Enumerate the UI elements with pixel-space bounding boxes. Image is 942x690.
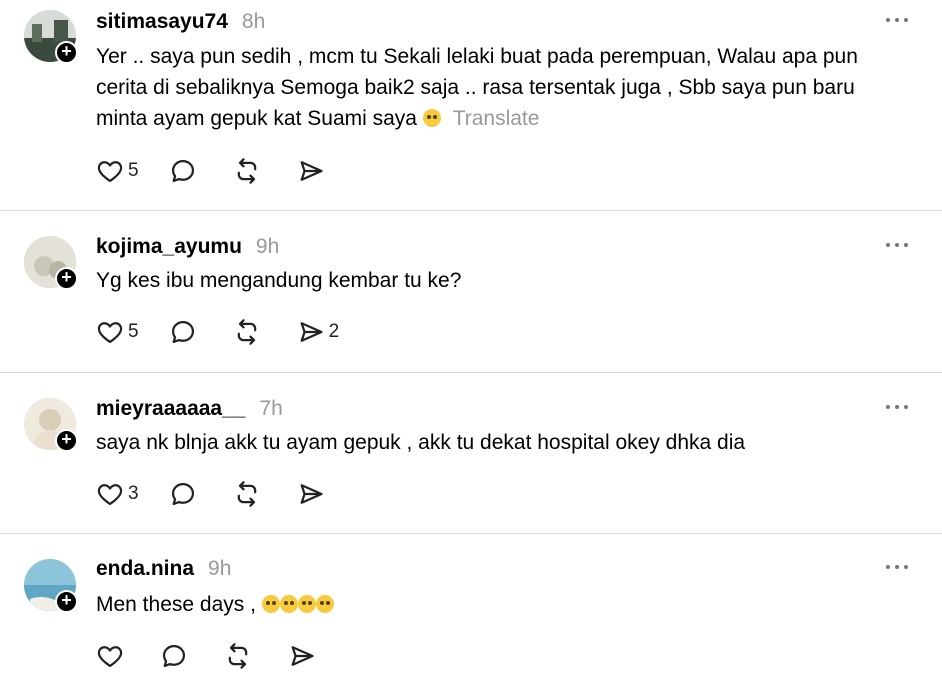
- username[interactable]: mieyraaaaaa__: [96, 397, 245, 421]
- repost-icon: [237, 481, 256, 507]
- repost-icon: [228, 643, 248, 669]
- share-button[interactable]: 2: [297, 318, 340, 346]
- like-count: 5: [128, 160, 139, 181]
- username[interactable]: enda.nina: [96, 557, 194, 581]
- translate-link[interactable]: Translate: [453, 107, 540, 130]
- share-button[interactable]: [297, 157, 325, 185]
- timestamp: 9h: [255, 235, 280, 258]
- share-icon: [300, 484, 323, 504]
- repost-button[interactable]: [233, 318, 261, 346]
- heart-icon: [97, 161, 123, 183]
- follow-plus-icon[interactable]: +: [55, 267, 78, 290]
- post-text: Yer .. saya pun sedih , mcm tu Sekali le…: [96, 45, 858, 130]
- like-count: 5: [128, 321, 139, 342]
- pleading-face-emoji-icon: [422, 109, 441, 127]
- like-count: 3: [128, 483, 139, 504]
- comment-button[interactable]: [169, 318, 197, 346]
- thread-post: + mieyraaaaaa__ 7h saya nk blnja akk tu …: [0, 373, 942, 534]
- comment-icon: [171, 320, 194, 344]
- share-icon: [300, 161, 323, 181]
- comment-icon: [171, 159, 194, 183]
- thread-post: + enda.nina 9h Men these days ,: [0, 534, 942, 690]
- comment-button[interactable]: [169, 157, 197, 185]
- sleepy-face-emoji-icon: [297, 595, 316, 613]
- follow-plus-icon[interactable]: +: [55, 590, 78, 613]
- share-icon: [300, 322, 323, 342]
- heart-icon: [97, 646, 123, 668]
- sleepy-face-emoji-icon: [315, 595, 334, 613]
- username[interactable]: sitimasayu74: [96, 10, 228, 34]
- share-icon: [291, 646, 314, 666]
- like-button[interactable]: 3: [96, 480, 139, 508]
- share-button[interactable]: [297, 480, 325, 508]
- sleepy-face-emoji-icon: [279, 595, 298, 613]
- repost-button[interactable]: [233, 157, 261, 185]
- thread-post: + sitimasayu74 8h Yer .. saya pun sedih …: [0, 0, 942, 211]
- comment-button[interactable]: [169, 480, 197, 508]
- more-icon[interactable]: [886, 243, 908, 247]
- like-button[interactable]: [96, 642, 124, 670]
- post-text: Yg kes ibu mengandung kembar tu ke?: [96, 269, 462, 292]
- like-button[interactable]: 5: [96, 157, 139, 185]
- repost-button[interactable]: [233, 480, 261, 508]
- repost-button[interactable]: [224, 642, 252, 670]
- username[interactable]: kojima_ayumu: [96, 235, 242, 259]
- heart-icon: [97, 484, 123, 506]
- repost-icon: [237, 158, 256, 184]
- share-count: 2: [328, 321, 340, 342]
- timestamp: 7h: [259, 397, 283, 420]
- more-icon[interactable]: [886, 565, 908, 569]
- post-text: Men these days ,: [96, 589, 902, 620]
- sleepy-face-emoji-icon: [261, 595, 280, 613]
- comment-button[interactable]: [160, 642, 188, 670]
- thread-post: + kojima_ayumu 9h Yg kes ibu mengandung …: [0, 211, 942, 373]
- like-button[interactable]: 5: [96, 318, 139, 346]
- share-button[interactable]: [288, 642, 316, 670]
- more-icon[interactable]: [886, 405, 908, 409]
- follow-plus-icon[interactable]: +: [55, 429, 78, 452]
- comment-icon: [162, 644, 186, 668]
- comment-icon: [171, 482, 194, 506]
- timestamp: 8h: [241, 10, 266, 33]
- more-icon[interactable]: [886, 18, 908, 22]
- post-text: saya nk blnja akk tu ayam gepuk , akk tu…: [96, 431, 746, 454]
- heart-icon: [97, 322, 123, 344]
- timestamp: 9h: [208, 557, 232, 580]
- follow-plus-icon[interactable]: +: [55, 41, 78, 64]
- repost-icon: [237, 319, 256, 345]
